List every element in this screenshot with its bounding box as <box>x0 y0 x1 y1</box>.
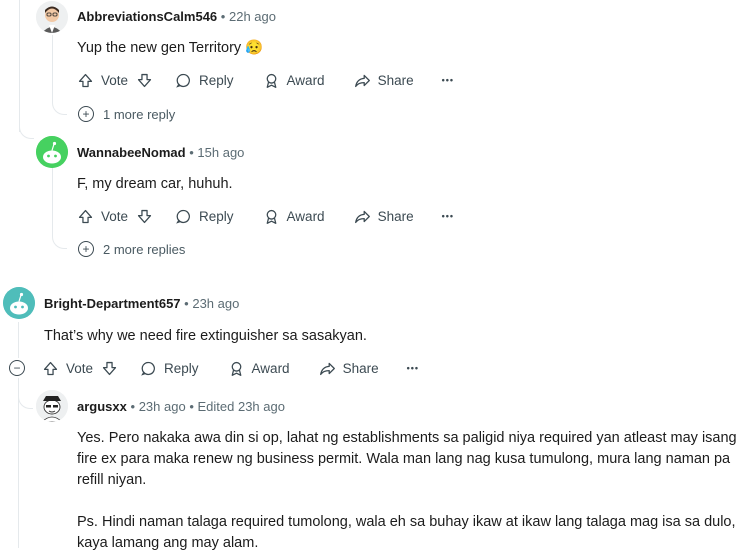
comment-body-paragraph: Ps. Hindi naman talaga required tumolong… <box>77 514 736 551</box>
comment-actions: Vote Reply Award Share ••• <box>77 204 454 228</box>
vote-label: Vote <box>101 208 129 224</box>
comment-meta: argusxx • 23h ago • Edited 23h ago <box>77 399 285 414</box>
downvote-button[interactable] <box>136 208 153 225</box>
more-icon: ••• <box>406 363 420 373</box>
arrow-down-icon <box>137 209 152 223</box>
award-ribbon-icon <box>231 361 241 376</box>
avatar[interactable] <box>3 287 35 319</box>
comment-body: F, my dream car, huhuh. <box>77 176 233 192</box>
award-button[interactable]: Award <box>228 360 290 377</box>
plus-circle-icon: + <box>78 241 94 257</box>
avatar[interactable] <box>36 1 68 33</box>
share-label: Share <box>377 208 414 224</box>
username[interactable]: Bright-Department657 <box>44 296 181 311</box>
vote-label: Vote <box>66 360 94 376</box>
thread-line <box>52 168 53 228</box>
comment-body: That’s why we need fire extinguisher sa … <box>44 328 367 344</box>
thread-branch <box>19 120 34 139</box>
award-ribbon-icon <box>266 73 276 88</box>
comment-body: Yup the new gen Territory 😥 <box>77 40 264 56</box>
reply-label: Reply <box>199 208 234 224</box>
edited-label: Edited 23h ago <box>197 399 285 414</box>
more-replies-label: 2 more replies <box>103 241 186 257</box>
speech-bubble-icon <box>176 209 190 224</box>
share-button[interactable]: Share <box>319 360 379 377</box>
speech-bubble-icon <box>141 361 155 376</box>
reply-button[interactable]: Reply <box>140 360 199 377</box>
more-replies-link[interactable]: + 2 more replies <box>78 241 185 257</box>
downvote-button[interactable] <box>101 360 118 377</box>
thread-line <box>18 378 19 548</box>
comment-meta: Bright-Department657 • 23h ago <box>44 296 240 311</box>
thread-line <box>52 35 53 95</box>
username[interactable]: WannabeeNomad <box>77 145 186 160</box>
overflow-menu-button[interactable]: ••• <box>407 363 419 373</box>
comment-actions: Vote Reply Award Share ••• <box>77 68 454 92</box>
share-label: Share <box>342 360 379 376</box>
avatar[interactable] <box>36 390 68 422</box>
arrow-down-icon <box>137 73 152 87</box>
more-replies-link[interactable]: + 1 more reply <box>78 106 175 122</box>
timestamp[interactable]: 15h ago <box>197 145 244 160</box>
username[interactable]: AbbreviationsCalm546 <box>77 9 217 24</box>
thread-line <box>19 0 20 132</box>
comment-meta: WannabeeNomad • 15h ago <box>77 145 245 160</box>
upvote-button[interactable]: Vote <box>77 72 128 89</box>
award-label: Award <box>286 72 325 88</box>
award-ribbon-icon <box>266 209 276 224</box>
collapse-button[interactable]: − <box>9 360 25 376</box>
thread-branch <box>18 392 33 409</box>
more-replies-label: 1 more reply <box>103 106 176 122</box>
share-button[interactable]: Share <box>354 72 414 89</box>
comment-actions: − Vote Reply Award Share ••• <box>9 356 419 380</box>
username[interactable]: argusxx <box>77 399 127 414</box>
reply-button[interactable]: Reply <box>175 208 234 225</box>
timestamp[interactable]: 23h ago <box>139 399 186 414</box>
timestamp[interactable]: 23h ago <box>192 296 239 311</box>
share-button[interactable]: Share <box>354 208 414 225</box>
thread-branch <box>52 226 67 249</box>
arrow-up-icon <box>78 209 93 223</box>
award-label: Award <box>251 360 290 376</box>
share-arrow-icon <box>354 74 370 87</box>
downvote-button[interactable] <box>136 72 153 89</box>
avatar[interactable] <box>36 136 68 168</box>
more-icon: ••• <box>441 75 455 85</box>
arrow-up-icon <box>43 361 58 375</box>
vote-label: Vote <box>101 72 129 88</box>
award-button[interactable]: Award <box>263 208 325 225</box>
arrow-up-icon <box>78 73 93 87</box>
timestamp[interactable]: 22h ago <box>229 9 276 24</box>
reply-label: Reply <box>164 360 199 376</box>
thread-branch <box>52 92 67 115</box>
award-button[interactable]: Award <box>263 72 325 89</box>
share-arrow-icon <box>319 362 335 375</box>
arrow-down-icon <box>102 361 117 375</box>
minus-circle-icon: − <box>9 360 25 376</box>
upvote-button[interactable]: Vote <box>42 360 93 377</box>
upvote-button[interactable]: Vote <box>77 208 128 225</box>
share-arrow-icon <box>354 210 370 223</box>
reply-label: Reply <box>199 72 234 88</box>
overflow-menu-button[interactable]: ••• <box>442 211 454 221</box>
reply-button[interactable]: Reply <box>175 72 234 89</box>
overflow-menu-button[interactable]: ••• <box>442 75 454 85</box>
plus-circle-icon: + <box>78 106 94 122</box>
share-label: Share <box>377 72 414 88</box>
thread-line <box>18 322 19 358</box>
comment-body: Yes. Pero nakaka awa din si op, lahat ng… <box>77 430 737 488</box>
speech-bubble-icon <box>176 73 190 88</box>
award-label: Award <box>286 208 325 224</box>
more-icon: ••• <box>441 211 455 221</box>
comment-meta: AbbreviationsCalm546 • 22h ago <box>77 9 276 24</box>
